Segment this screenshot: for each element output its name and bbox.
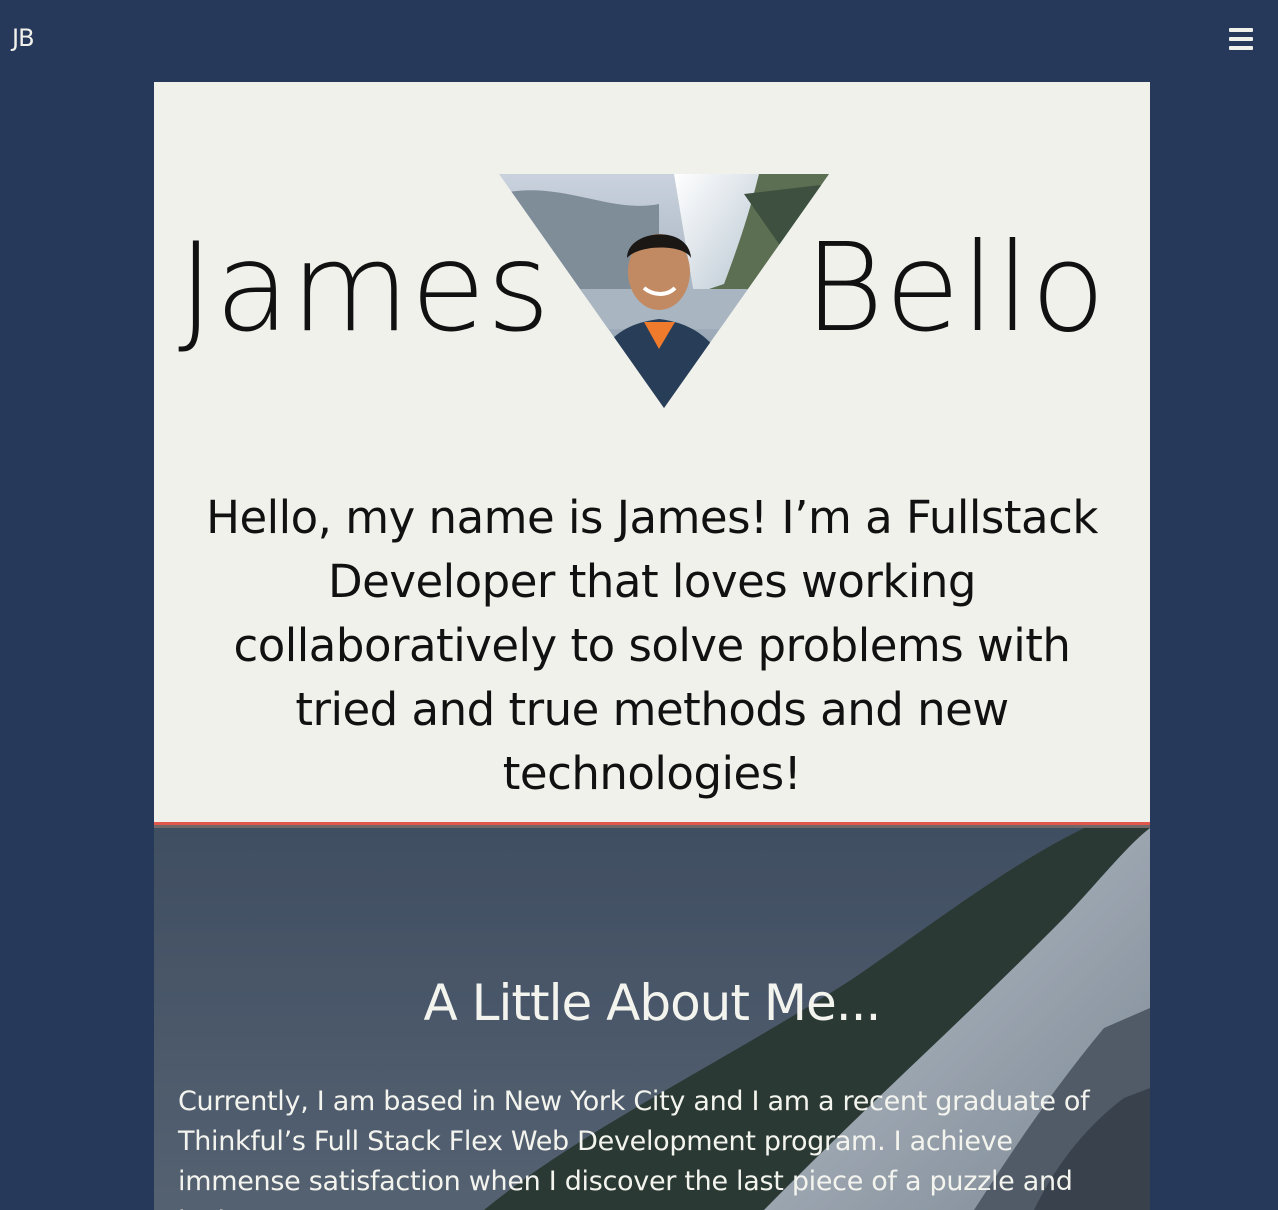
hamburger-bar [1229,46,1253,50]
intro-paragraph: Hello, my name is James! I’m a Fullstack… [206,491,1098,800]
first-name-heading: James [178,217,552,359]
hamburger-menu-icon[interactable] [1229,28,1253,50]
last-name-heading: Bello [804,217,1107,359]
about-section: A Little About Me... Currently, I am bas… [154,828,1150,1210]
site-logo[interactable]: JB [12,24,35,52]
hamburger-bar [1229,37,1253,41]
hero-section: James Bello Hello, my name is James! I’m… [154,82,1150,822]
top-navbar: JB [0,0,1278,82]
about-heading: A Little About Me... [423,974,882,1032]
about-paragraph: Currently, I am based in New York City a… [178,1086,1090,1210]
hamburger-bar [1229,28,1253,32]
profile-photo-triangle [499,174,829,408]
